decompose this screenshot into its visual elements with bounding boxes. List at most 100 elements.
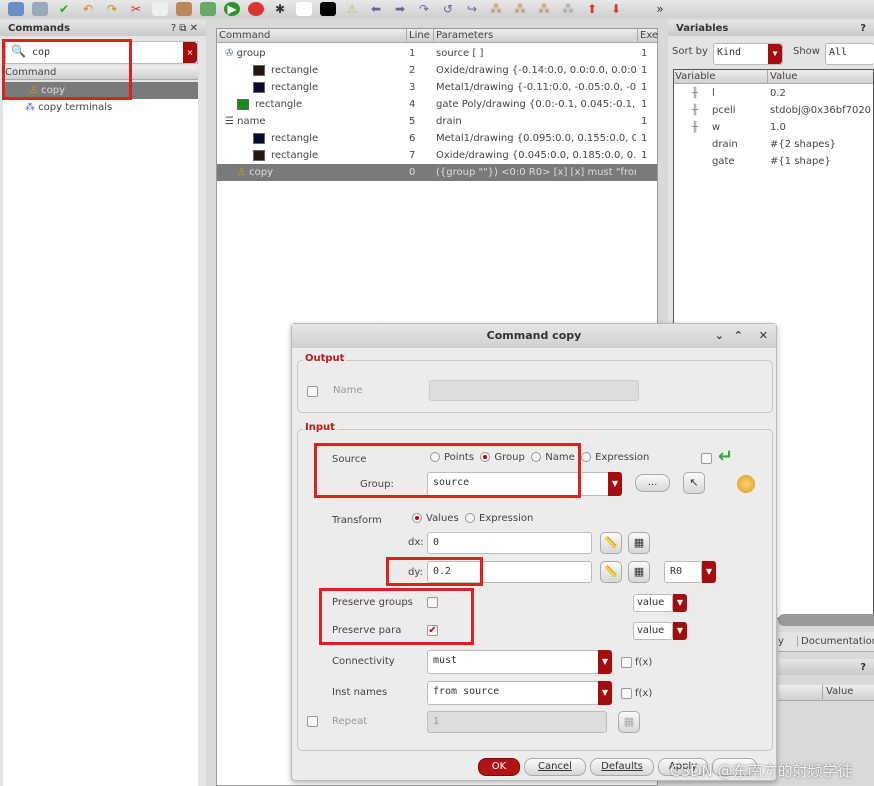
table-row[interactable]: ☰ name 5 drain 1 (217, 113, 657, 130)
sort-by-select[interactable]: Kind ▼ (713, 43, 783, 65)
warning-icon[interactable]: ⚠ (344, 2, 360, 16)
defaults-button[interactable]: Defaults (590, 758, 654, 776)
connectivity-fx-checkbox[interactable] (621, 657, 632, 668)
col-parameters[interactable]: Parameters (433, 29, 493, 43)
cancel-button[interactable]: Cancel (524, 758, 586, 776)
commands-list: ♙ copy ⁂ copy terminals (3, 82, 198, 786)
preserve-groups-mode[interactable]: value (633, 594, 673, 612)
table-row[interactable]: rectangle 6 Metal1/drawing {0.095:0.0, 0… (217, 130, 657, 147)
stop-icon[interactable] (248, 2, 264, 16)
dx-label: dx: (408, 537, 424, 548)
chevron-down-icon[interactable]: ▼ (702, 561, 716, 583)
help-icon[interactable]: ? (860, 662, 866, 673)
arrow-left-icon[interactable]: ⬅ (368, 2, 384, 16)
minimize-icon[interactable]: ⌄ (715, 324, 724, 348)
calculator-icon[interactable]: ▦ (628, 532, 650, 554)
ok-button[interactable]: OK (478, 758, 520, 776)
move-down-icon[interactable]: ⬇ (608, 2, 624, 16)
ruler-icon[interactable]: 📏 (600, 532, 622, 554)
inst-names-fx-checkbox[interactable] (621, 688, 632, 699)
panel-controls[interactable]: ? ⧉ ✕ (171, 23, 198, 34)
radio-expression[interactable]: Expression (581, 452, 649, 463)
name-checkbox[interactable] (307, 386, 318, 397)
maximize-icon[interactable]: ⌃ (734, 324, 743, 348)
col-variable[interactable]: Variable (675, 70, 716, 84)
table-row[interactable]: rectangle 3 Metal1/drawing {-0.11:0.0, -… (217, 79, 657, 96)
variable-row[interactable]: ╫ pcell stdobj@0x36bf7020 (674, 102, 873, 119)
table-row[interactable]: rectangle 4 gate Poly/drawing {0.0:-0.1,… (217, 96, 657, 113)
horizontal-scrollbar[interactable] (778, 614, 874, 626)
layout-icon[interactable] (320, 2, 336, 16)
chevron-down-icon[interactable]: ▼ (673, 622, 687, 640)
show-select[interactable]: All (825, 43, 874, 65)
chevron-down-icon[interactable]: ▼ (673, 594, 687, 612)
return-arrow-icon[interactable]: ↵ (718, 446, 733, 467)
dx-field[interactable]: 0 (427, 532, 592, 554)
ruler-icon[interactable]: 📏 (600, 561, 622, 583)
variable-row[interactable]: gate #{1 shape} (674, 153, 873, 170)
variable-row[interactable]: ╫ w 1.0 (674, 119, 873, 136)
arrow-right-icon[interactable]: ➡ (392, 2, 408, 16)
layer-swatch-icon (253, 149, 265, 161)
tab-documentation[interactable]: Documentation (797, 636, 874, 647)
move-up-icon[interactable]: ⬆ (584, 2, 600, 16)
tab-partial[interactable]: y (778, 636, 784, 647)
table-row[interactable]: ✇ group 1 source [ ] 1 (217, 45, 657, 62)
clear-search-icon[interactable]: × (183, 42, 197, 63)
variable-row[interactable]: drain #{2 shapes} (674, 136, 873, 153)
pointer-select-icon[interactable]: ↖ (683, 472, 705, 494)
repeat-checkbox[interactable] (307, 716, 318, 727)
hierarchy-select-icon[interactable]: ⁂ (512, 2, 528, 16)
step-back-icon[interactable]: ↺ (440, 2, 456, 16)
calculator-icon[interactable]: ▦ (628, 561, 650, 583)
page-icon[interactable] (296, 2, 312, 16)
save-as-icon[interactable] (32, 2, 48, 16)
close-icon[interactable]: ✕ (759, 324, 768, 348)
hierarchy-icon[interactable]: ⁂ (488, 2, 504, 16)
cell-exe: 1 (641, 150, 648, 161)
radio-values[interactable]: Values (412, 513, 459, 524)
table-icon[interactable] (200, 2, 216, 16)
undo-icon[interactable]: ↶ (80, 2, 96, 16)
source-checkbox[interactable] (701, 453, 712, 464)
cell-variable: w (712, 122, 721, 133)
save-icon[interactable] (8, 2, 24, 16)
connectivity-select[interactable]: must (427, 650, 599, 674)
help-icon[interactable]: ? (860, 23, 866, 34)
overflow-icon[interactable]: » (652, 2, 668, 16)
step-over-icon[interactable]: ↷ (416, 2, 432, 16)
col-value[interactable]: Value (767, 70, 797, 84)
check-icon[interactable]: ✔ (56, 2, 72, 16)
col-exe[interactable]: Exe (637, 29, 658, 43)
cut-icon[interactable]: ✂ (128, 2, 144, 16)
browse-button[interactable]: ... (635, 474, 670, 492)
copy-icon[interactable] (152, 2, 168, 16)
chevron-down-icon[interactable]: ▼ (598, 650, 612, 674)
chevron-down-icon[interactable]: ▼ (608, 472, 622, 496)
chevron-down-icon[interactable]: ▼ (598, 681, 612, 705)
col-line[interactable]: Line (406, 29, 430, 43)
command-table-header: Command Line Parameters Exe (217, 29, 658, 43)
table-row[interactable]: ♙ copy 0 ({group ""}) <0:0 R0> [x] [x] m… (217, 164, 657, 181)
variable-row[interactable]: ╫ l 0.2 (674, 85, 873, 102)
list-item-copy-terminals[interactable]: ⁂ copy terminals (3, 99, 198, 116)
radio-transform-expression[interactable]: Expression (465, 513, 533, 524)
rotation-select[interactable]: R0 (664, 561, 702, 583)
preserve-para-mode[interactable]: value (633, 622, 673, 640)
hierarchy-disabled-icon[interactable]: ⁂ (560, 2, 576, 16)
col-value[interactable]: Value (822, 685, 853, 699)
table-row[interactable]: rectangle 7 Oxide/drawing {0.045:0.0, 0.… (217, 147, 657, 164)
hierarchy-settings-icon[interactable]: ⁂ (536, 2, 552, 16)
repeat-field[interactable]: 1 (427, 711, 607, 733)
table-row[interactable]: rectangle 2 Oxide/drawing {-0.14:0.0, 0.… (217, 62, 657, 79)
lightbulb-icon[interactable] (737, 475, 755, 493)
inst-names-select[interactable]: from source (427, 681, 599, 705)
redo-icon[interactable]: ↷ (104, 2, 120, 16)
debug-icon[interactable]: ✱ (272, 2, 288, 16)
name-field[interactable] (429, 380, 639, 401)
run-icon[interactable]: ▶ (224, 2, 240, 16)
col-command[interactable]: Command (219, 29, 270, 43)
paste-icon[interactable] (176, 2, 192, 16)
calculator-icon[interactable]: ▦ (618, 711, 640, 733)
step-out-icon[interactable]: ↪ (464, 2, 480, 16)
